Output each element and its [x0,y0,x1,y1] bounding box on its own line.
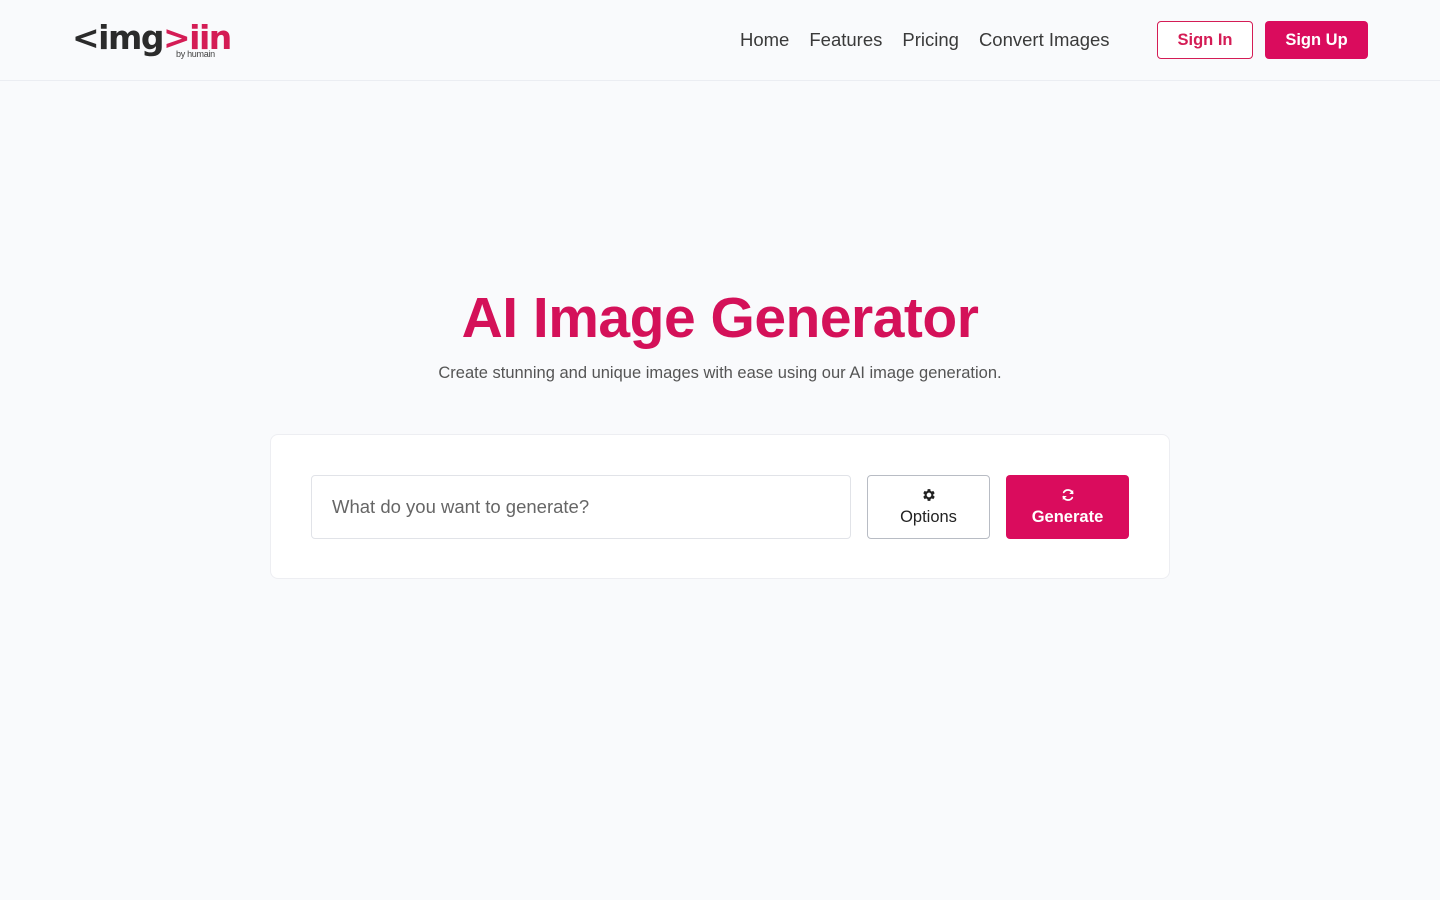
logo[interactable]: <img>iin by humain [72,16,232,64]
nav-features-link[interactable]: Features [809,28,882,52]
page-subtitle: Create stunning and unique images with e… [438,364,1002,382]
nav-home-link[interactable]: Home [740,28,789,52]
generator-card: Options Generate [270,434,1170,579]
nav-pricing-link[interactable]: Pricing [902,28,959,52]
main-nav: Home Features Pricing Convert Images [740,28,1130,52]
page-title: AI Image Generator [461,286,979,350]
site-header: <img>iin by humain Home Features Pricing… [0,0,1440,81]
logo-text-part1: <img [72,18,164,57]
gear-icon [922,489,935,501]
logo-subtext: by humain [176,49,215,59]
prompt-input[interactable] [311,475,851,539]
sign-up-button[interactable]: Sign Up [1265,21,1368,59]
generate-button[interactable]: Generate [1006,475,1129,539]
nav-convert-images-link[interactable]: Convert Images [979,28,1110,52]
options-label: Options [900,508,957,526]
options-button[interactable]: Options [867,475,990,539]
sign-in-button[interactable]: Sign In [1157,21,1253,59]
generate-label: Generate [1031,508,1104,526]
refresh-icon [1061,489,1074,501]
